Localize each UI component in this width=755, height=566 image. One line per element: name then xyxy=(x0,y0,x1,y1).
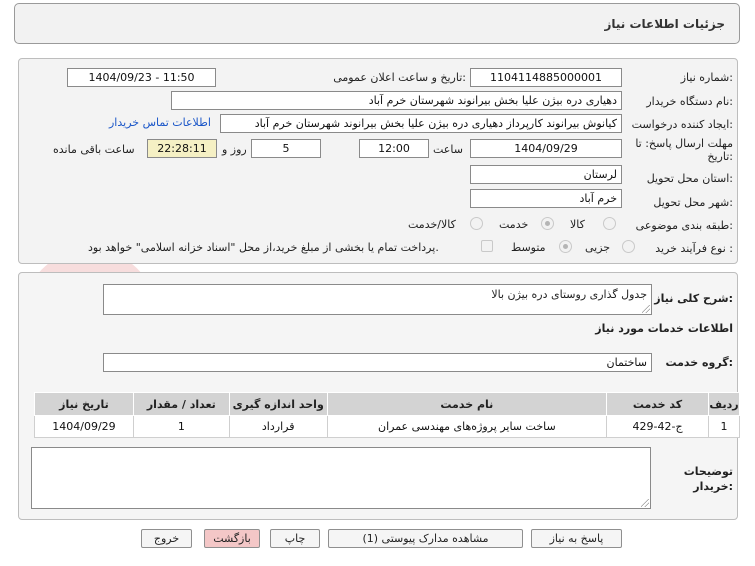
category-option-service: خدمت xyxy=(499,218,529,231)
col-row-number: ردیف xyxy=(707,392,741,416)
exit-button[interactable]: خروج xyxy=(141,529,192,548)
cell-service-name: ساخت سایر پروژه‌های مهندسی عمران xyxy=(326,415,608,438)
days-remaining-field: 5 xyxy=(251,139,321,158)
treasury-checkbox[interactable] xyxy=(481,240,493,252)
process-option-minor: جزیی xyxy=(585,241,611,254)
deadline-label: مهلت ارسال پاسخ: تا تاریخ: xyxy=(635,137,733,163)
col-service-code: کد خدمت xyxy=(606,392,709,416)
page-title: جزئیات اطلاعات نیاز xyxy=(604,17,725,31)
col-need-date: تاریخ نیاز xyxy=(34,392,134,416)
col-quantity: تعداد / مقدار xyxy=(132,392,230,416)
cell-quantity: 1 xyxy=(132,415,230,438)
service-group-label: گروه خدمت: xyxy=(665,356,733,369)
city-field: خرم آباد xyxy=(470,189,622,208)
buyer-notes-label: توضیحات خریدار: xyxy=(683,465,733,493)
back-button[interactable]: بازگشت xyxy=(204,529,260,548)
province-label: استان محل تحویل: xyxy=(646,172,733,185)
cell-need-date: 1404/09/29 xyxy=(34,415,134,438)
process-label: نوع فرآیند خرید : xyxy=(655,242,733,255)
buyer-notes-textarea[interactable] xyxy=(31,447,651,509)
deadline-date-field: 1404/09/29 xyxy=(470,139,622,158)
requester-label: ایجاد کننده درخواست: xyxy=(631,118,733,131)
category-radio-goods[interactable] xyxy=(603,217,616,230)
payment-note: پرداخت تمام یا بخشی از مبلغ خرید،از محل … xyxy=(88,241,439,254)
buyer-contact-link[interactable]: اطلاعات تماس خریدار xyxy=(109,116,211,129)
service-group-field: ساختمان xyxy=(103,353,652,372)
buyer-org-field: دهیاری دره بیژن علیا بخش بیرانوند شهرستا… xyxy=(171,91,622,110)
category-radio-service[interactable] xyxy=(541,217,554,230)
category-label: طبقه بندی موضوعی: xyxy=(635,219,733,232)
summary-label: شرح کلی نیاز: xyxy=(654,292,733,305)
category-radio-goods-service[interactable] xyxy=(470,217,483,230)
col-unit: واحد اندازه گیری xyxy=(228,392,328,416)
category-option-goods: کالا xyxy=(570,218,585,231)
services-title: اطلاعات خدمات مورد نیاز xyxy=(595,322,733,335)
deadline-time-field: 12:00 xyxy=(359,139,429,158)
city-label: شهر محل تحویل: xyxy=(653,196,733,209)
summary-textarea[interactable]: جدول گذاری روستای دره بیژن بالا xyxy=(103,284,652,315)
table-row[interactable]: 1404/09/29 1 قرارداد ساخت سایر پروژه‌های… xyxy=(34,415,741,438)
days-label: روز و xyxy=(222,143,247,156)
print-button[interactable]: چاپ xyxy=(270,529,320,548)
buyer-org-label: نام دستگاه خریدار: xyxy=(646,95,733,108)
col-service-name: نام خدمت xyxy=(326,392,608,416)
announce-datetime-field: 1404/09/23 - 11:50 xyxy=(67,68,216,87)
process-radio-medium[interactable] xyxy=(559,240,572,253)
need-number-label: شماره نیاز: xyxy=(680,71,733,84)
page-header: جزئیات اطلاعات نیاز xyxy=(14,3,740,44)
category-option-goods-service: کالا/خدمت xyxy=(408,218,456,231)
remaining-time-label: ساعت باقی مانده xyxy=(53,143,135,156)
services-table: تاریخ نیاز تعداد / مقدار واحد اندازه گیر… xyxy=(34,392,741,438)
process-option-medium: متوسط xyxy=(511,241,546,254)
deadline-time-label: ساعت xyxy=(433,143,463,156)
reply-button[interactable]: پاسخ به نیاز xyxy=(531,529,622,548)
requester-field: کیانوش بیرانوند کارپرداز دهیاری دره بیژن… xyxy=(220,114,622,133)
resize-grip-icon[interactable] xyxy=(642,305,650,313)
remaining-time-field: 22:28:11 xyxy=(147,139,217,158)
province-field: لرستان xyxy=(470,165,622,184)
table-header-row: تاریخ نیاز تعداد / مقدار واحد اندازه گیر… xyxy=(34,392,741,416)
cell-service-code: ج-42-429 xyxy=(606,415,709,438)
need-info-panel xyxy=(18,58,738,264)
view-attachments-button[interactable]: مشاهده مدارک پیوستی (1) xyxy=(328,529,523,548)
resize-grip-icon[interactable] xyxy=(641,499,649,507)
announce-datetime-label: تاریخ و ساعت اعلان عمومی: xyxy=(333,71,466,84)
summary-text: جدول گذاری روستای دره بیژن بالا xyxy=(491,288,647,301)
cell-row-number: 1 xyxy=(707,415,741,438)
process-radio-minor[interactable] xyxy=(622,240,635,253)
need-number-field: 1104114885000001 xyxy=(470,68,622,87)
cell-unit: قرارداد xyxy=(228,415,328,438)
